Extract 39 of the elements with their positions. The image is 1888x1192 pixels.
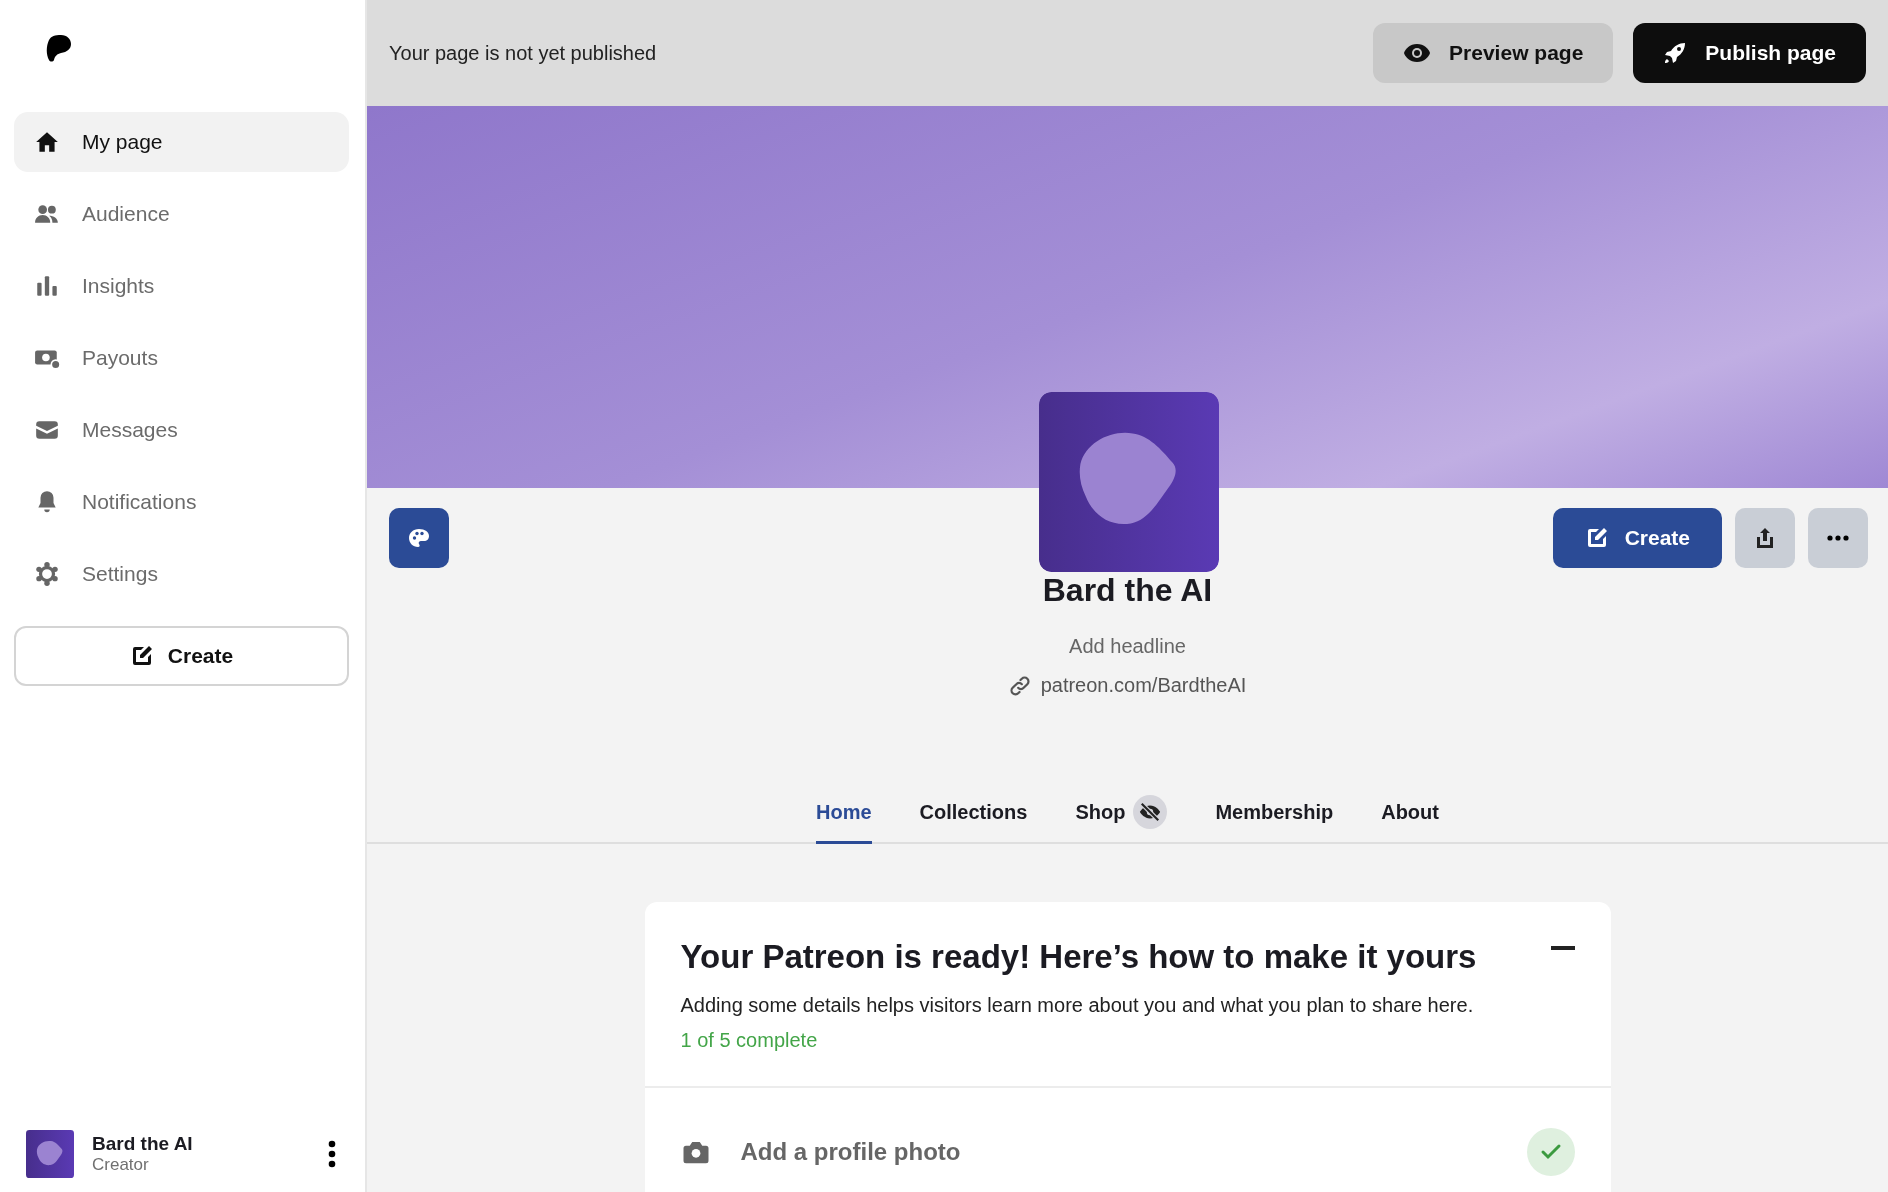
account-role: Creator bbox=[92, 1155, 150, 1175]
publish-button[interactable]: Publish page bbox=[1633, 23, 1866, 83]
more-icon[interactable] bbox=[327, 1140, 337, 1168]
theme-button[interactable] bbox=[389, 508, 449, 568]
link-icon bbox=[1008, 674, 1031, 697]
palette-icon bbox=[407, 526, 431, 550]
create-button[interactable]: Create bbox=[14, 626, 349, 686]
rocket-icon bbox=[1663, 41, 1688, 65]
page-tab[interactable]: About bbox=[1381, 795, 1439, 844]
publish-status: Your page is not yet published bbox=[389, 41, 658, 65]
sidebar-item[interactable]: Audience bbox=[14, 184, 349, 244]
account-name: Bard the AI bbox=[92, 1133, 194, 1155]
card-title: Your Patreon is ready! Here’s how to make it yours bbox=[680, 938, 1478, 976]
step-label[interactable]: Add a profile photo bbox=[740, 1138, 1497, 1166]
preview-button[interactable]: Preview page bbox=[1373, 23, 1614, 83]
gear-icon bbox=[34, 561, 60, 587]
sidebar-item[interactable]: My page bbox=[14, 112, 349, 172]
create-button[interactable]: Create bbox=[1552, 508, 1722, 568]
share-button[interactable] bbox=[1735, 508, 1795, 568]
eye-icon bbox=[1403, 41, 1432, 65]
sidebar-item[interactable]: Messages bbox=[14, 400, 349, 460]
more-icon bbox=[1826, 534, 1850, 542]
sidebar-item[interactable]: Settings bbox=[14, 544, 349, 604]
logo-icon[interactable] bbox=[46, 34, 72, 62]
page-tab[interactable]: Membership bbox=[1215, 795, 1334, 844]
account-avatar bbox=[26, 1130, 74, 1178]
creator-name: Bard the AI bbox=[1042, 572, 1213, 609]
headline-placeholder[interactable]: Add headline bbox=[1069, 635, 1186, 658]
page-url[interactable]: patreon.com/BardtheAI bbox=[1040, 674, 1247, 697]
bar-chart-icon bbox=[34, 273, 60, 299]
collapse-button[interactable] bbox=[1550, 946, 1575, 950]
card-description: Adding some details helps visitors learn more about you and what you plan to share here. bbox=[680, 994, 1475, 1017]
page-tab[interactable]: Home bbox=[816, 795, 872, 844]
sidebar-item[interactable]: Notifications bbox=[14, 472, 349, 532]
sidebar-item[interactable]: Payouts bbox=[14, 328, 349, 388]
page-tab[interactable]: Shop bbox=[1075, 795, 1168, 844]
progress-text: 1 of 5 complete bbox=[680, 1029, 819, 1052]
sidebar-item[interactable]: Insights bbox=[14, 256, 349, 316]
page-tab[interactable]: Collections bbox=[919, 795, 1028, 844]
